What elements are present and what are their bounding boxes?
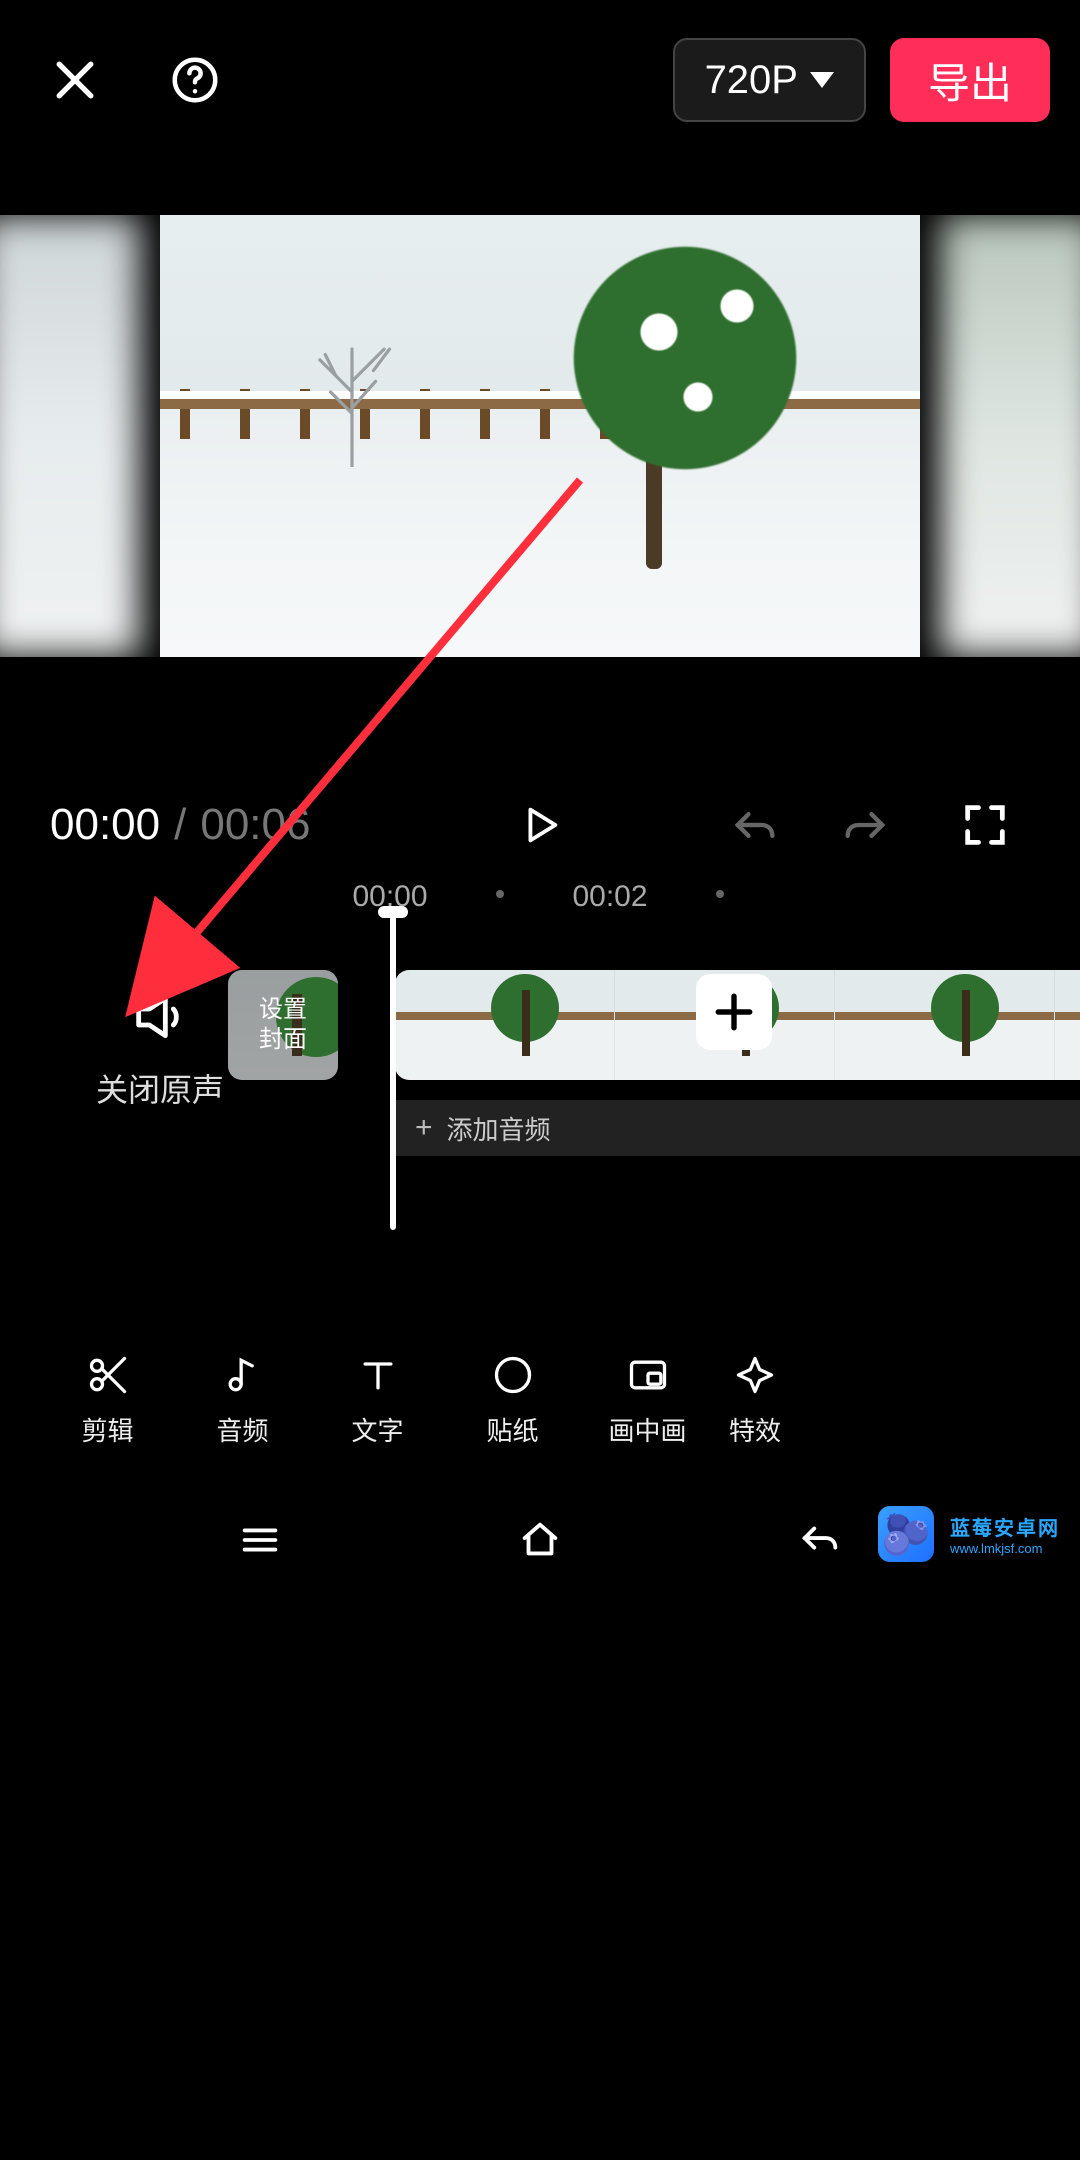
preview-blur-left [0, 215, 140, 657]
nav-back-button[interactable] [797, 1517, 843, 1568]
sticker-icon [491, 1353, 535, 1397]
cover-label: 设置 封面 [259, 995, 307, 1055]
play-button[interactable] [495, 780, 585, 870]
current-time: 00:00 [50, 800, 160, 850]
time-separator: / [174, 800, 186, 850]
close-button[interactable] [30, 35, 120, 125]
tool-label: 贴纸 [486, 1411, 538, 1448]
tool-effect[interactable]: 特效 [715, 1353, 795, 1448]
export-label: 导出 [928, 50, 1012, 111]
add-audio-button[interactable]: + 添加音频 [395, 1100, 1080, 1156]
watermark-icon: 🫐 [878, 1506, 934, 1562]
watermark-title: 蓝莓安卓网 [950, 1512, 1060, 1541]
tool-label: 文字 [351, 1411, 403, 1448]
undo-button[interactable] [710, 780, 800, 870]
fullscreen-button[interactable] [940, 780, 1030, 870]
mute-original-sound-button[interactable]: 关闭原声 [90, 985, 230, 1111]
set-cover-button[interactable]: 设置 封面 [228, 970, 338, 1080]
total-time: 00:06 [200, 800, 310, 850]
watermark: 🫐 蓝莓安卓网 www.lmkjsf.com [878, 1506, 1060, 1562]
export-button[interactable]: 导出 [890, 38, 1050, 122]
playhead[interactable] [390, 910, 396, 1230]
add-audio-label: 添加音频 [447, 1110, 551, 1147]
preview-blur-right [940, 215, 1080, 657]
chevron-down-icon [810, 72, 834, 88]
watermark-url: www.lmkjsf.com [950, 1541, 1060, 1556]
pip-icon [626, 1353, 670, 1397]
tool-text[interactable]: 文字 [310, 1353, 445, 1448]
plus-icon: + [415, 1111, 433, 1145]
tool-edit[interactable]: 剪辑 [40, 1353, 175, 1448]
tool-label: 特效 [729, 1411, 781, 1448]
sparkle-icon [733, 1353, 777, 1397]
nav-home-button[interactable] [517, 1517, 563, 1568]
mute-label: 关闭原声 [90, 1065, 230, 1111]
ruler-dot [496, 890, 504, 898]
ruler-dot [716, 890, 724, 898]
nav-menu-button[interactable] [237, 1517, 283, 1568]
preview-frame [160, 215, 920, 657]
tool-sticker[interactable]: 贴纸 [445, 1353, 580, 1448]
speaker-icon [128, 985, 192, 1049]
resolution-selector[interactable]: 720P [673, 38, 866, 122]
resolution-label: 720P [705, 58, 798, 103]
tool-pip[interactable]: 画中画 [580, 1353, 715, 1448]
video-preview[interactable] [0, 215, 1080, 657]
tool-label: 画中画 [608, 1411, 686, 1448]
help-button[interactable] [150, 35, 240, 125]
add-clip-button[interactable] [696, 974, 772, 1050]
redo-button[interactable] [820, 780, 910, 870]
text-icon [356, 1353, 400, 1397]
bottom-toolbar: 剪辑 音频 文字 贴纸 画中画 [0, 1340, 1080, 1460]
tool-audio[interactable]: 音频 [175, 1353, 310, 1448]
music-note-icon [221, 1353, 265, 1397]
scissors-icon [86, 1353, 130, 1397]
tool-label: 剪辑 [81, 1411, 133, 1448]
tool-label: 音频 [216, 1411, 268, 1448]
